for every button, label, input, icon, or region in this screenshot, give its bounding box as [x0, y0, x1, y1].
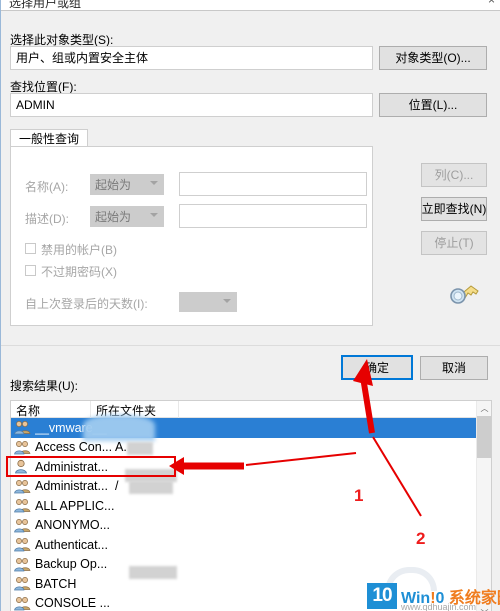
row-name: Backup Op... — [35, 557, 108, 572]
list-header: 名称 所在文件夹 — [11, 401, 491, 418]
object-type-field[interactable]: 用户、组或内置安全主体 — [10, 46, 373, 70]
window-titlebar: 选择用户或组 × — [1, 0, 500, 11]
ok-button[interactable]: 确定 — [341, 355, 413, 380]
find-now-button[interactable]: 立即查找(N) — [421, 197, 487, 221]
table-row[interactable]: Administrat... / — [11, 477, 491, 497]
cancel-button[interactable]: 取消 — [420, 356, 488, 380]
row-name: CONSOLE ... — [35, 596, 111, 611]
disabled-accounts-checkbox[interactable] — [25, 243, 36, 254]
group-icon — [14, 518, 31, 533]
name-input[interactable] — [179, 172, 367, 196]
group-icon — [14, 557, 31, 572]
row-name: BATCH — [35, 576, 77, 591]
group-icon — [14, 440, 31, 455]
watermark-badge: 10 — [367, 583, 397, 609]
user-icon — [14, 459, 31, 474]
group-icon — [14, 537, 31, 552]
table-row[interactable]: Authenticat... — [11, 535, 491, 555]
days-since-logon-label: 自上次登录后的天数(I): — [25, 297, 148, 311]
days-since-logon-select[interactable] — [179, 292, 237, 312]
row-name: Access Con... — [35, 440, 113, 455]
list-vertical-scrollbar[interactable]: ︿ ﹀ — [476, 401, 491, 611]
row-name: Authenticat... — [35, 537, 108, 552]
divider — [1, 345, 500, 346]
group-icon — [14, 576, 31, 591]
column-divider[interactable] — [90, 401, 91, 418]
stop-button[interactable]: 停止(T) — [421, 231, 487, 255]
column-header-name[interactable]: 名称 — [16, 402, 40, 419]
name-operator-value: 起始为 — [95, 178, 132, 192]
description-label: 描述(D): — [25, 212, 69, 226]
disabled-accounts-label: 禁用的帐户(B) — [41, 243, 117, 257]
chevron-down-icon — [150, 181, 158, 185]
query-tabstrip: 一般性查询 — [10, 129, 373, 147]
table-row[interactable]: ALL APPLIC... — [11, 496, 491, 516]
description-input[interactable] — [179, 204, 367, 228]
name-label: 名称(A): — [25, 180, 69, 194]
group-icon — [14, 498, 31, 513]
select-users-or-groups-dialog: 选择用户或组 × 选择此对象类型(S): 用户、组或内置安全主体 对象类型(O)… — [0, 0, 500, 611]
column-divider[interactable] — [178, 401, 179, 418]
group-icon — [14, 479, 31, 494]
watermark-url: www.qdhuajin.com — [401, 602, 477, 611]
row-folder: A. — [115, 440, 491, 456]
row-name: ANONYMO... — [35, 518, 111, 533]
chevron-down-icon — [223, 299, 231, 303]
non-expiring-password-checkbox[interactable] — [25, 265, 36, 276]
object-types-button[interactable]: 对象类型(O)... — [379, 46, 487, 70]
close-icon[interactable]: × — [488, 0, 495, 7]
description-operator-value: 起始为 — [95, 210, 132, 224]
name-operator-select[interactable]: 起始为 — [90, 174, 164, 195]
table-row[interactable]: ANONYMO... — [11, 516, 491, 536]
watermark: 10 Win!0 系统家园 www.qdhuajin.com — [367, 567, 500, 611]
dialog-body: 选择此对象类型(S): 用户、组或内置安全主体 对象类型(O)... 查找位置(… — [1, 11, 500, 611]
search-results-label: 搜索结果(U): — [10, 379, 78, 393]
scroll-up-icon[interactable]: ︿ — [477, 401, 491, 416]
redacted-value — [127, 442, 153, 456]
row-name: Administrat... — [35, 459, 108, 474]
row-folder: / — [115, 479, 491, 495]
locations-button[interactable]: 位置(L)... — [379, 93, 487, 117]
row-name: ALL APPLIC... — [35, 498, 115, 513]
columns-button[interactable]: 列(C)... — [421, 163, 487, 187]
table-row[interactable]: Administrat... — [11, 457, 491, 482]
table-row[interactable]: __vmware__ — [11, 415, 491, 441]
row-name: Administrat... — [35, 479, 108, 494]
scrollbar-thumb[interactable] — [477, 416, 491, 458]
search-key-icon — [448, 277, 482, 307]
redacted-value — [129, 481, 173, 495]
group-icon — [14, 420, 31, 435]
window-title: 选择用户或组 — [9, 0, 82, 10]
location-field[interactable]: ADMIN — [10, 93, 373, 117]
non-expiring-password-label: 不过期密码(X) — [41, 265, 117, 279]
description-operator-select[interactable]: 起始为 — [90, 206, 164, 227]
chevron-down-icon — [150, 213, 158, 217]
table-row[interactable]: Access Con... A. — [11, 438, 491, 458]
tab-common-query[interactable]: 一般性查询 — [10, 129, 89, 147]
group-icon — [14, 596, 31, 611]
